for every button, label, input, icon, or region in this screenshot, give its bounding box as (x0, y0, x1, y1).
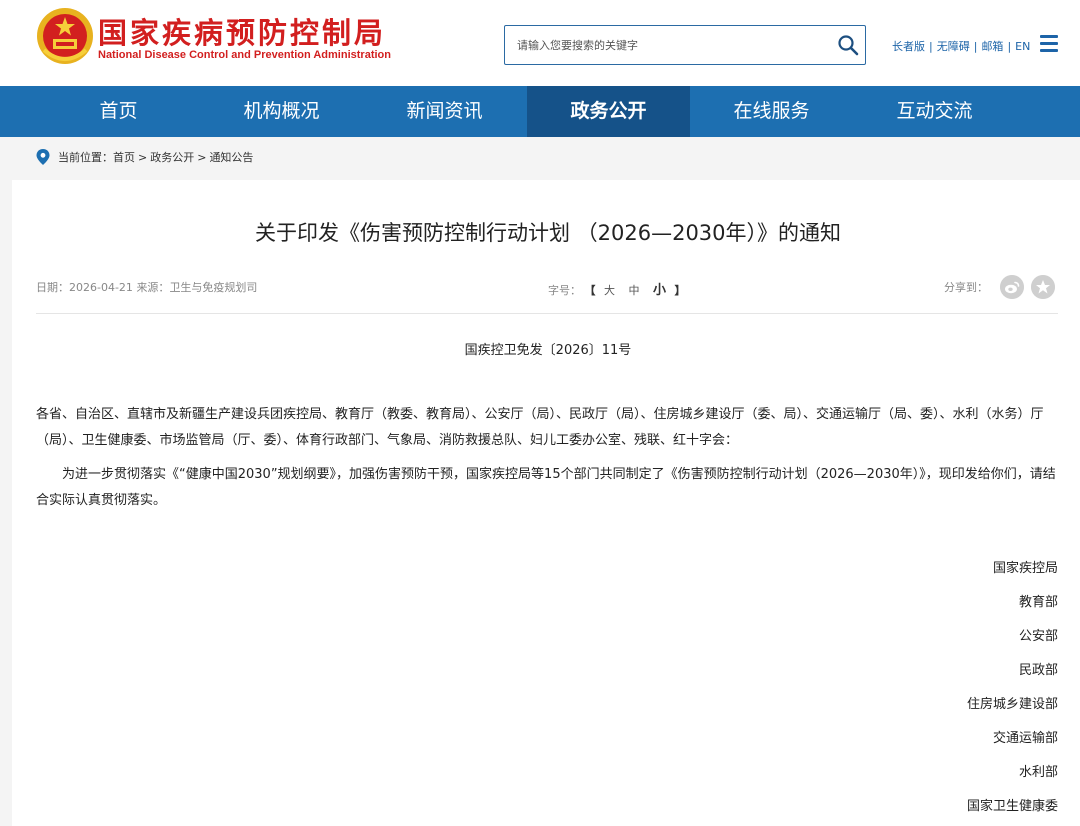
date-label: 日期： (36, 281, 69, 294)
location-pin-icon (36, 149, 50, 165)
main-nav: 首页 机构概况 新闻资讯 政务公开 在线服务 互动交流 (0, 86, 1080, 137)
share-label: 分享到： (944, 281, 988, 294)
link-separator: | (973, 40, 978, 53)
signer: 住房城乡建设部 (966, 697, 1058, 712)
breadcrumb-home[interactable]: 首页 (113, 149, 135, 165)
signer: 水利部 (1018, 765, 1058, 780)
article-meta: 日期：2026-04-21 来源：卫生与免疫规划司 (36, 279, 257, 295)
link-separator: | (929, 40, 933, 53)
breadcrumb-separator: > (138, 150, 148, 164)
source-label: 来源： (136, 281, 170, 294)
site-logo-title[interactable]: 国家疾病预防控制局 (98, 10, 386, 52)
signer: 国家疾控局 (992, 561, 1058, 576)
article-date: 2026-04-21 (69, 281, 133, 294)
signer: 公安部 (1018, 629, 1058, 644)
national-emblem-icon (37, 8, 93, 64)
article-body: 为进一步贯彻落实《“健康中国2030”规划纲要》，加强伤害预防干预，国家疾控局等… (36, 467, 1056, 508)
breadcrumb-separator: > (197, 150, 207, 164)
site-header: 国家疾病预防控制局 National Disease Control and P… (0, 0, 1080, 86)
article-title: 关于印发《伤害预防控制行动计划 （2026—2030年）》的通知 (254, 221, 842, 245)
top-links: 长者版 | 无障碍 | 邮箱 | EN (892, 38, 1030, 54)
breadcrumb-prefix: 当前位置： (58, 151, 113, 164)
meta-divider (36, 313, 1058, 314)
search-box (504, 25, 866, 65)
search-icon[interactable] (837, 34, 859, 56)
signer: 交通运输部 (992, 731, 1058, 746)
nav-item-interaction[interactable]: 互动交流 (853, 86, 1016, 137)
signer: 教育部 (1018, 595, 1058, 610)
weibo-share-icon[interactable] (1000, 275, 1024, 299)
breadcrumb: 当前位置： 首页 > 政务公开 > 通知公告 (36, 147, 253, 167)
hamburger-menu-icon[interactable] (1040, 35, 1058, 53)
font-size-medium-button[interactable]: 中 (629, 284, 640, 297)
font-bracket-close: 】 (674, 284, 686, 297)
article-source: 卫生与免疫规划司 (169, 281, 258, 294)
font-size-large-button[interactable]: 大 (604, 284, 615, 297)
elder-version-link[interactable]: 长者版 (892, 40, 925, 53)
mailbox-link[interactable]: 邮箱 (981, 40, 1003, 53)
article-recipients: 各省、自治区、直辖市及新疆生产建设兵团疾控局、教育厅（教委、教育局）、公安厅（局… (36, 407, 1044, 448)
font-size-small-button[interactable]: 小 (653, 283, 666, 298)
site-logo-subtitle[interactable]: National Disease Control and Prevention … (98, 49, 391, 61)
nav-item-about[interactable]: 机构概况 (200, 86, 363, 137)
search-input[interactable] (505, 26, 825, 64)
breadcrumb-notices[interactable]: 通知公告 (209, 149, 253, 165)
font-bracket-open: 【 (584, 284, 596, 297)
document-number: 国疾控卫免发〔2026〕11号 (464, 343, 632, 358)
accessibility-link[interactable]: 无障碍 (937, 40, 970, 53)
signer: 国家卫生健康委 (966, 799, 1058, 814)
breadcrumb-government-affairs[interactable]: 政务公开 (150, 149, 194, 165)
link-separator: | (1007, 40, 1012, 53)
star-favorite-icon[interactable] (1031, 275, 1055, 299)
nav-item-online-services[interactable]: 在线服务 (690, 86, 853, 137)
nav-item-news[interactable]: 新闻资讯 (363, 86, 526, 137)
nav-item-government-affairs[interactable]: 政务公开 (527, 86, 690, 137)
nav-item-home[interactable]: 首页 (37, 86, 200, 137)
english-link[interactable]: EN (1015, 40, 1030, 53)
signer: 民政部 (1018, 663, 1058, 678)
signer-list: 国家疾控局 教育部 公安部 民政部 住房城乡建设部 交通运输部 水利部 国家卫生… (760, 558, 1058, 826)
font-size-control: 字号： 【 大 中 小 】 (548, 279, 686, 298)
font-size-label: 字号： (548, 284, 581, 297)
